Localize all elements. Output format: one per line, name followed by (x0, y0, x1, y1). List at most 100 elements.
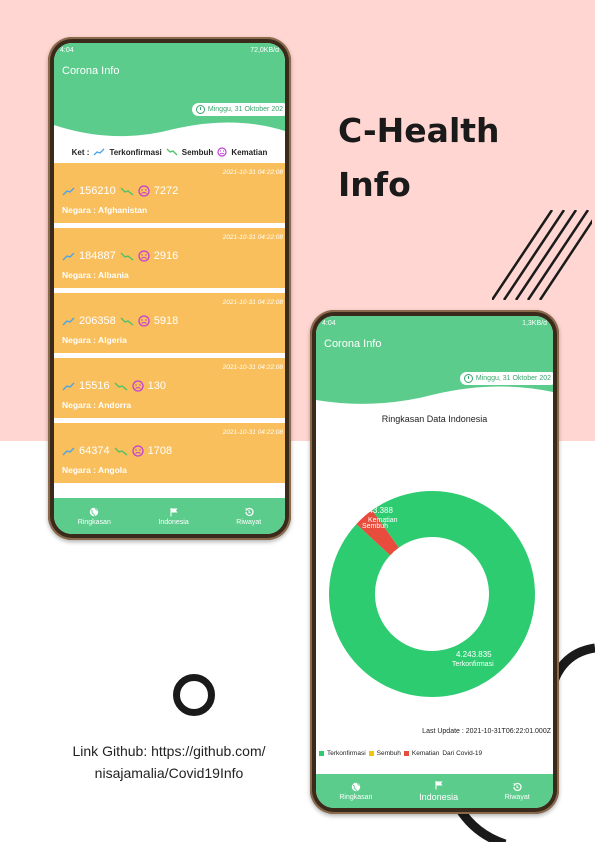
trend-up-icon (62, 187, 75, 195)
card-deaths: 2916 (153, 250, 179, 262)
trend-up-icon (62, 447, 75, 455)
chart-label-kematian-value: 143.388 (364, 506, 393, 515)
date-text: Minggu, 31 Oktober 202 (207, 106, 283, 113)
clock-icon (195, 105, 205, 114)
flag-icon (170, 507, 178, 516)
trend-down-icon (166, 148, 178, 156)
app-title: Corona Info (324, 338, 382, 350)
title-line-2: Info (338, 165, 411, 204)
status-right: 1,3KB/d (522, 319, 547, 327)
nav-riwayat[interactable]: Riwayat (505, 782, 530, 801)
nav-label: Indonesia (158, 518, 189, 526)
trend-up-icon (62, 382, 75, 390)
globe-icon (351, 782, 361, 791)
nav-riwayat[interactable]: Riwayat (236, 507, 261, 526)
poster-title: C-Health Info (338, 104, 500, 212)
card-confirmed: 184887 (79, 250, 116, 262)
card-country: Negara : Albania (62, 270, 129, 280)
card-deaths: 130 (147, 380, 166, 392)
trend-down-icon (120, 317, 134, 326)
link-line-2[interactable]: nisajamalia/Covid19Info (44, 762, 294, 784)
decorative-stripes (492, 210, 592, 300)
chart-label-sembuh: Sembuh (362, 523, 388, 530)
legend-prefix: Ket : (71, 147, 90, 157)
link-line-1[interactable]: Link Github: https://github.com/ (44, 740, 294, 762)
status-time: 4:04 (60, 46, 74, 54)
header-wave (54, 122, 285, 141)
last-update: Last Update : 2021-10-31T06:22:01.000Z (422, 728, 551, 735)
legend-swatch-kematian (403, 751, 409, 756)
card-confirmed: 156210 (79, 185, 116, 197)
trend-down-icon (120, 252, 134, 261)
sad-face-icon (138, 250, 150, 262)
card-stats: 206358 5918 (62, 315, 178, 327)
phone-mockup-1: 4:04 72,0KB/d Corona Info Minggu, 31 Okt… (48, 37, 291, 540)
nav-indonesia[interactable]: Indonesia (158, 507, 189, 526)
status-time: 4:04 (322, 319, 336, 327)
card-timestamp: 2021-10-31 04:22:08 (222, 234, 283, 241)
history-icon (244, 507, 254, 516)
trend-down-icon (120, 187, 134, 196)
phone-mockup-2: 4:04 1,3KB/d Corona Info Minggu, 31 Okto… (310, 310, 559, 814)
card-country: Negara : Algeria (62, 335, 127, 345)
status-right: 72,0KB/d (250, 46, 279, 54)
country-card[interactable]: 2021-10-31 04:22:08 15516 130 Negara : A… (54, 358, 285, 418)
legend-recovered: Sembuh (181, 147, 214, 157)
date-pill: Minggu, 31 Oktober 202 (191, 103, 285, 116)
chart-label-terkonfirmasi-value: 4.243.835 (456, 650, 492, 659)
card-deaths: 7272 (153, 185, 179, 197)
title-line-1: C-Health (338, 111, 500, 150)
trend-up-icon (62, 252, 75, 260)
bottom-nav: Ringkasan Indonesia Riwayat (54, 498, 285, 534)
card-stats: 156210 7272 (62, 185, 178, 197)
country-card[interactable]: 2021-10-31 04:22:08 64374 1708 Negara : … (54, 423, 285, 483)
status-bar: 4:04 1,3KB/d (316, 316, 553, 330)
card-stats: 64374 1708 (62, 445, 172, 457)
sad-face-icon (131, 380, 144, 392)
legend-kematian: Kematian (411, 750, 440, 757)
card-timestamp: 2021-10-31 04:22:08 (222, 299, 283, 306)
nav-indonesia[interactable]: Indonesia (419, 780, 458, 802)
flag-icon (435, 781, 443, 790)
card-timestamp: 2021-10-31 04:22:08 (222, 169, 283, 176)
app-header: Corona Info Minggu, 31 Oktober 202 (316, 330, 553, 406)
header-wave (316, 386, 553, 406)
card-country: Negara : Afghanistan (62, 205, 148, 215)
date-text: Minggu, 31 Oktober 202 (475, 375, 551, 382)
country-card[interactable]: 2021-10-31 04:22:08 156210 7272 Negara :… (54, 163, 285, 223)
nav-label: Ringkasan (339, 793, 373, 801)
card-deaths: 5918 (153, 315, 179, 327)
bottom-nav: Ringkasan Indonesia Riwayat (316, 774, 553, 808)
card-timestamp: 2021-10-31 04:22:08 (222, 429, 283, 436)
sad-face-icon (131, 445, 144, 457)
card-confirmed: 206358 (79, 315, 116, 327)
card-timestamp: 2021-10-31 04:22:08 (222, 364, 283, 371)
legend: Ket : Terkonfirmasi Sembuh Kematian (54, 141, 285, 163)
country-card[interactable]: 2021-10-31 04:22:08 184887 2916 Negara :… (54, 228, 285, 288)
nav-ringkasan[interactable]: Ringkasan (339, 782, 372, 801)
chart-legend: Terkonfirmasi Sembuh Kematian Dari Covid… (319, 750, 482, 757)
sad-face-icon (138, 315, 150, 327)
card-country: Negara : Andorra (62, 400, 132, 410)
legend-swatch-sembuh (368, 751, 374, 756)
app-title: Corona Info (62, 65, 120, 77)
nav-label: Indonesia (419, 792, 459, 802)
nav-label: Ringkasan (77, 518, 111, 526)
chart-label-terkonfirmasi: Terkonfirmasi (452, 661, 494, 668)
legend-sembuh: Sembuh (376, 750, 401, 757)
trend-down-icon (114, 447, 128, 456)
sad-face-icon (138, 185, 150, 197)
legend-suffix: Dari Covid-19 (442, 750, 483, 757)
legend-deaths: Kematian (231, 147, 268, 157)
globe-icon (90, 507, 99, 516)
summary-title: Ringkasan Data Indonesia (381, 414, 488, 424)
country-card[interactable]: 2021-10-31 04:22:08 206358 5918 Negara :… (54, 293, 285, 353)
card-deaths: 1708 (147, 445, 173, 457)
card-country: Negara : Angola (62, 465, 127, 475)
github-link-text: Link Github: https://github.com/ nisajam… (44, 740, 294, 784)
nav-ringkasan[interactable]: Ringkasan (78, 507, 111, 526)
nav-label: Riwayat (504, 793, 530, 801)
country-list[interactable]: 2021-10-31 04:22:08 156210 7272 Negara :… (54, 163, 285, 483)
trend-up-icon (62, 317, 75, 325)
legend-swatch-terkonfirmasi (319, 751, 324, 756)
